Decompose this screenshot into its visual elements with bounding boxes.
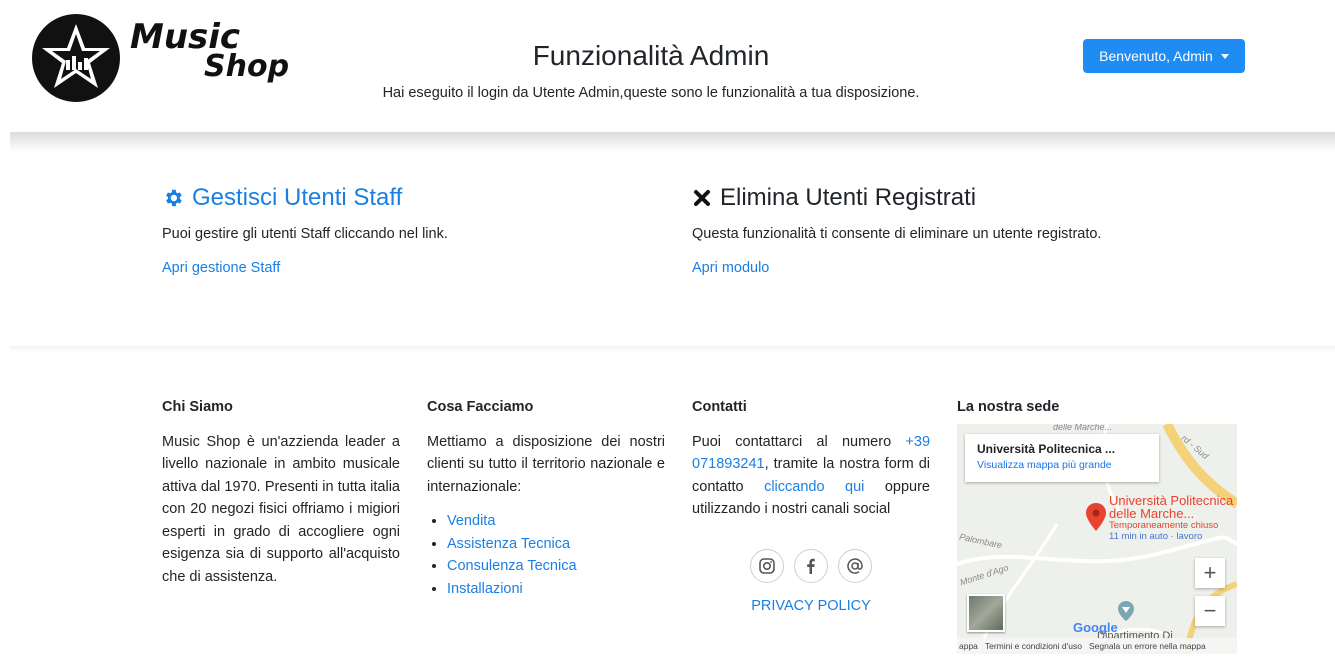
- feature-title-text: Gestisci Utenti Staff: [192, 184, 403, 211]
- email-icon[interactable]: [838, 548, 872, 583]
- poi-pin-icon: [1118, 601, 1134, 621]
- map-footer: appa Termini e condizioni d'uso Segnala …: [957, 638, 1237, 654]
- footer-contacts-text: Puoi contattarci al numero +39 071893241…: [692, 433, 931, 518]
- footer-services: Cosa Facciamo Mettiamo a disposizione de…: [427, 396, 665, 600]
- list-item[interactable]: Assistenza Tecnica: [447, 533, 665, 556]
- feature-title-text: Elimina Utenti Registrati: [720, 184, 977, 211]
- footer-contacts-title: Contatti: [692, 399, 747, 415]
- open-staff-management-link[interactable]: Apri gestione Staff: [162, 260, 642, 276]
- facebook-icon[interactable]: [794, 548, 828, 583]
- map-pin-icon[interactable]: [1085, 502, 1107, 532]
- instagram-icon[interactable]: [750, 548, 784, 583]
- zoom-out-button[interactable]: −: [1195, 596, 1225, 626]
- feature-manage-staff: Gestisci Utenti Staff Puoi gestire gli u…: [162, 184, 642, 276]
- open-form-link[interactable]: Apri modulo: [692, 260, 1172, 276]
- list-item[interactable]: Consulenza Tecnica: [447, 555, 665, 578]
- map-terms-link[interactable]: Termini e condizioni d'uso: [985, 641, 1082, 651]
- feature-delete-users: Elimina Utenti Registrati Questa funzion…: [692, 184, 1172, 276]
- user-menu-button[interactable]: Benvenuto, Admin: [1083, 39, 1245, 73]
- page-subtitle: Hai eseguito il login da Utente Admin,qu…: [382, 85, 920, 101]
- services-list: Vendita Assistenza Tecnica Consulenza Te…: [427, 510, 665, 600]
- view-larger-map-link[interactable]: Visualizza mappa più grande: [977, 459, 1147, 471]
- feature-title: Elimina Utenti Registrati: [692, 184, 1172, 212]
- gear-icon: [166, 189, 182, 207]
- map-pin-label: Università Politecnica delle Marche... T…: [1109, 493, 1234, 542]
- map-place-name: Università Politecnica ...: [977, 442, 1116, 456]
- map-report-error-link[interactable]: Segnala un errore nella mappa: [1089, 641, 1206, 651]
- footer-about-title: Chi Siamo: [162, 399, 233, 415]
- feature-description: Puoi gestire gli utenti Staff cliccando …: [162, 226, 448, 242]
- list-item[interactable]: Installazioni: [447, 578, 665, 601]
- footer-about-text: Music Shop è un'azzienda leader a livell…: [162, 433, 400, 585]
- footer-about: Chi Siamo Music Shop è un'azzienda leade…: [162, 396, 400, 588]
- page-header: Music Shop Funzionalità Admin Hai esegui…: [0, 0, 1335, 132]
- list-item[interactable]: Vendita: [447, 510, 665, 533]
- zoom-in-button[interactable]: +: [1195, 558, 1225, 588]
- embedded-map[interactable]: delle Marche... rd - Sud Palombare Monte…: [957, 424, 1237, 654]
- contact-form-link[interactable]: cliccando qui: [764, 479, 864, 495]
- google-logo: Google: [1073, 620, 1118, 635]
- street-label: delle Marche...: [1053, 424, 1113, 432]
- caret-down-icon: [1220, 53, 1229, 59]
- section-divider: [10, 346, 1335, 352]
- feature-title: Gestisci Utenti Staff: [162, 184, 642, 212]
- map-place-card: Università Politecnica ... Visualizza ma…: [965, 434, 1159, 482]
- satellite-toggle[interactable]: [967, 594, 1005, 632]
- privacy-policy-link[interactable]: PRIVACY POLICY: [692, 595, 930, 618]
- feature-description: Questa funzionalità ti consente di elimi…: [692, 226, 1102, 242]
- footer-services-text: Mettiamo a disposizione dei nostri clien…: [427, 433, 665, 495]
- header-shadow: [10, 132, 1335, 152]
- social-links: [692, 548, 930, 583]
- close-icon: [694, 190, 710, 206]
- user-menu-label: Benvenuto, Admin: [1099, 48, 1213, 64]
- footer-services-title: Cosa Facciamo: [427, 399, 534, 415]
- footer-location-title: La nostra sede: [957, 399, 1060, 415]
- footer-contacts: Contatti Puoi contattarci al numero +39 …: [692, 396, 930, 617]
